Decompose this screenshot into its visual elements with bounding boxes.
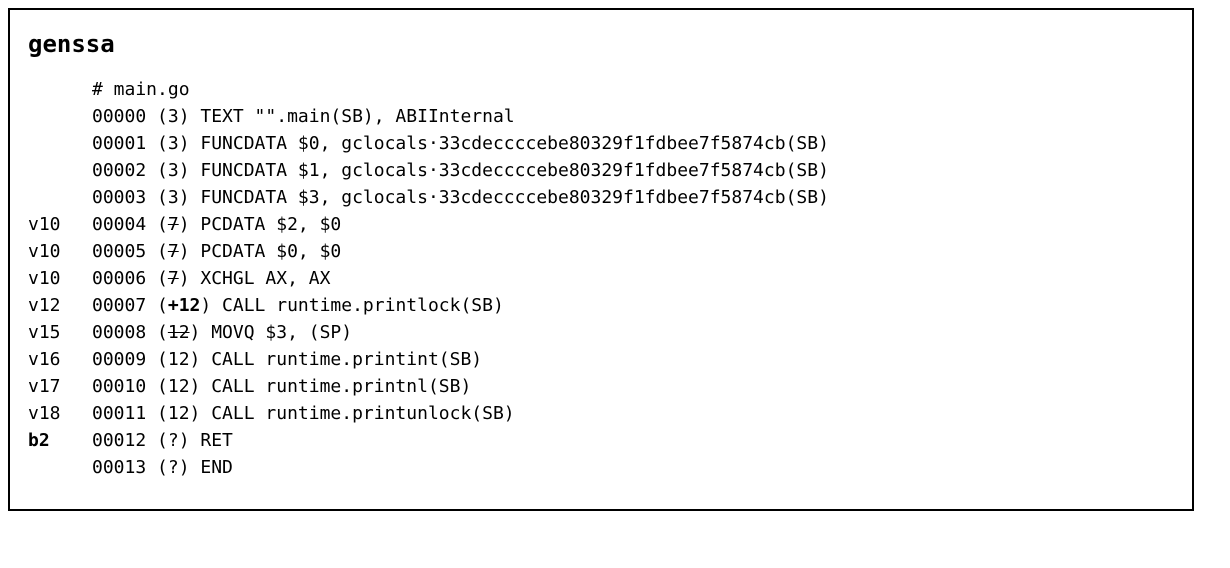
genssa-panel: genssa # main.go 00000 (3) TEXT "".main(S…	[8, 8, 1194, 511]
row-segment: 00013 (?) END	[92, 457, 233, 478]
row-segment: ) PCDATA $2, $0	[179, 214, 342, 235]
code-row: v1200007 (+12) CALL runtime.printlock(SB…	[28, 292, 1174, 319]
code-row: 00013 (?) END	[28, 454, 1174, 481]
row-segment: 00000 (3) TEXT "".main(SB), ABIInternal	[92, 106, 515, 127]
row-segment: 00009 (12) CALL runtime.printint(SB)	[92, 349, 482, 370]
row-segment: 00006 (	[92, 268, 168, 289]
row-segment: 00008 (	[92, 322, 168, 343]
code-row: v1000004 (7) PCDATA $2, $0	[28, 211, 1174, 238]
code-row: 00003 (3) FUNCDATA $3, gclocals·33cdeccc…	[28, 184, 1174, 211]
row-segment: 7	[168, 268, 179, 289]
row-segment: ) MOVQ $3, (SP)	[190, 322, 353, 343]
row-label: b2	[28, 427, 92, 454]
code-row: # main.go	[28, 76, 1174, 103]
row-segment: 12	[168, 322, 190, 343]
code-row: 00001 (3) FUNCDATA $0, gclocals·33cdeccc…	[28, 130, 1174, 157]
row-segment: 00001 (3) FUNCDATA $0, gclocals·33cdeccc…	[92, 133, 829, 154]
code-row: v1500008 (12) MOVQ $3, (SP)	[28, 319, 1174, 346]
row-segment: ) PCDATA $0, $0	[179, 241, 342, 262]
row-segment: 00005 (	[92, 241, 168, 262]
code-row: v1600009 (12) CALL runtime.printint(SB)	[28, 346, 1174, 373]
row-segment: 00007 (	[92, 295, 168, 316]
row-segment: ) CALL runtime.printlock(SB)	[200, 295, 503, 316]
row-segment: 00012 (?) RET	[92, 430, 233, 451]
row-segment: 7	[168, 214, 179, 235]
row-label: v12	[28, 292, 92, 319]
row-segment: 00011 (12) CALL runtime.printunlock(SB)	[92, 403, 515, 424]
row-segment: 00004 (	[92, 214, 168, 235]
row-label: v10	[28, 265, 92, 292]
code-row: 00002 (3) FUNCDATA $1, gclocals·33cdeccc…	[28, 157, 1174, 184]
code-listing: # main.go 00000 (3) TEXT "".main(SB), ABI…	[28, 76, 1174, 481]
row-segment: ) XCHGL AX, AX	[179, 268, 331, 289]
row-label: v10	[28, 211, 92, 238]
row-segment: 00002 (3) FUNCDATA $1, gclocals·33cdeccc…	[92, 160, 829, 181]
code-row: b200012 (?) RET	[28, 427, 1174, 454]
panel-title: genssa	[28, 26, 1174, 62]
row-label: v17	[28, 373, 92, 400]
code-row: 00000 (3) TEXT "".main(SB), ABIInternal	[28, 103, 1174, 130]
row-segment: 00010 (12) CALL runtime.printnl(SB)	[92, 376, 471, 397]
row-segment: 7	[168, 241, 179, 262]
code-row: v1700010 (12) CALL runtime.printnl(SB)	[28, 373, 1174, 400]
row-label: v15	[28, 319, 92, 346]
code-row: v1000005 (7) PCDATA $0, $0	[28, 238, 1174, 265]
code-row: v1800011 (12) CALL runtime.printunlock(S…	[28, 400, 1174, 427]
row-label: v18	[28, 400, 92, 427]
code-row: v1000006 (7) XCHGL AX, AX	[28, 265, 1174, 292]
row-segment: 00003 (3) FUNCDATA $3, gclocals·33cdeccc…	[92, 187, 829, 208]
row-segment: +12	[168, 295, 201, 316]
row-label: v16	[28, 346, 92, 373]
row-label: v10	[28, 238, 92, 265]
row-segment: # main.go	[92, 79, 190, 100]
